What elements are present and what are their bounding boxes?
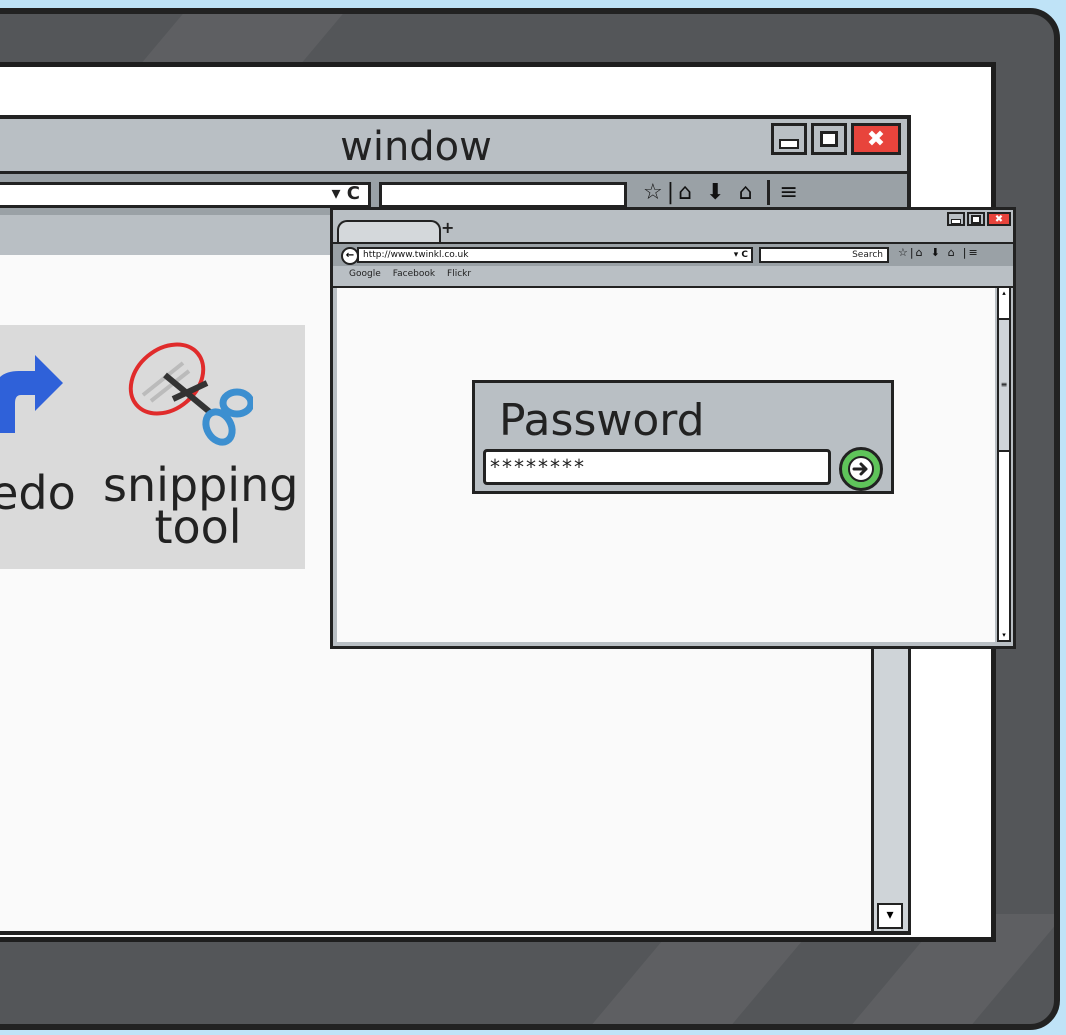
minimize-icon [951, 219, 961, 224]
refresh-icon[interactable]: ▾ C [734, 249, 748, 261]
minimize-button[interactable] [771, 123, 807, 155]
separator-icon: | [909, 246, 914, 259]
close-icon: ✖ [866, 126, 886, 152]
scissors-icon[interactable] [123, 341, 253, 451]
browser-toolbar: ← http://www.twinkl.co.uk ▾ C Search ☆ |… [333, 242, 1013, 268]
url-bar[interactable]: http://www.twinkl.co.uk ▾ C [357, 247, 753, 263]
browser-tab[interactable] [337, 220, 441, 244]
browser-close-button[interactable]: ✖ [987, 212, 1011, 226]
scroll-thumb[interactable]: ≡ [999, 318, 1009, 452]
url-text: http://www.twinkl.co.uk [363, 250, 469, 260]
bezel-shine [140, 14, 352, 64]
maximize-button[interactable] [811, 123, 847, 155]
toolbar-icons: ☆ | ⌂ ⬇ ⌂ ≡ [643, 180, 798, 205]
clipboard-icon[interactable]: ⌂ [916, 246, 923, 259]
bookmark-flickr[interactable]: Flickr [447, 266, 471, 286]
scroll-down-button[interactable]: ▾ [999, 630, 1009, 640]
refresh-icon[interactable]: ▾ C [331, 183, 360, 204]
new-tab-icon[interactable]: + [441, 218, 454, 237]
browser-minimize-button[interactable] [947, 212, 965, 226]
browser-maximize-button[interactable] [967, 212, 985, 226]
scroll-down-button[interactable]: ▾ [877, 903, 903, 929]
scroll-up-button[interactable]: ▴ [999, 288, 1009, 298]
download-icon[interactable]: ⬇ [706, 180, 724, 205]
desktop-scene: window ✖ ▾ C ☆ | ⌂ ⬇ ⌂ ≡ do snipping too… [0, 0, 1066, 1035]
password-box: Password ******** [472, 380, 894, 494]
minimize-icon [779, 139, 799, 149]
browser-scrollbar[interactable]: ▴ ≡ ▾ [997, 286, 1011, 642]
search-input[interactable] [379, 182, 627, 208]
bookmark-google[interactable]: Google [349, 266, 381, 286]
menu-icon[interactable]: ≡ [969, 246, 978, 259]
browser-bookmarks-bar: Google Facebook Flickr [333, 266, 1013, 288]
browser-toolbar-icons: ☆ | ⌂ ⬇ ⌂ | ≡ [898, 246, 978, 259]
snipping-label-line2: tool [154, 500, 242, 554]
password-title: Password [499, 395, 705, 446]
address-bar[interactable]: ▾ C [0, 182, 371, 208]
browser-search-input[interactable]: Search [759, 247, 889, 263]
submit-button[interactable] [839, 447, 883, 491]
separator-icon: | [962, 246, 967, 259]
redo-label: redo [0, 466, 76, 520]
bookmark-facebook[interactable]: Facebook [393, 266, 435, 286]
maximize-icon [971, 214, 981, 224]
tools-strip: redo snipping tool [0, 325, 305, 569]
home-icon[interactable]: ⌂ [739, 180, 753, 205]
arrow-right-icon [848, 456, 874, 482]
home-icon[interactable]: ⌂ [948, 246, 955, 259]
separator-icon: | [666, 180, 675, 205]
window-controls: ✖ [771, 123, 901, 155]
close-icon: ✖ [994, 213, 1004, 225]
redo-icon[interactable] [0, 349, 65, 439]
star-icon[interactable]: ☆ [643, 180, 663, 205]
browser-window-controls: ✖ [947, 212, 1011, 226]
download-icon[interactable]: ⬇ [931, 246, 940, 259]
menu-icon[interactable]: ≡ [766, 180, 798, 205]
password-field[interactable]: ******** [483, 449, 831, 485]
close-button[interactable]: ✖ [851, 123, 901, 155]
star-icon[interactable]: ☆ [898, 246, 908, 259]
clipboard-icon[interactable]: ⌂ [678, 180, 692, 205]
maximize-icon [820, 131, 838, 147]
